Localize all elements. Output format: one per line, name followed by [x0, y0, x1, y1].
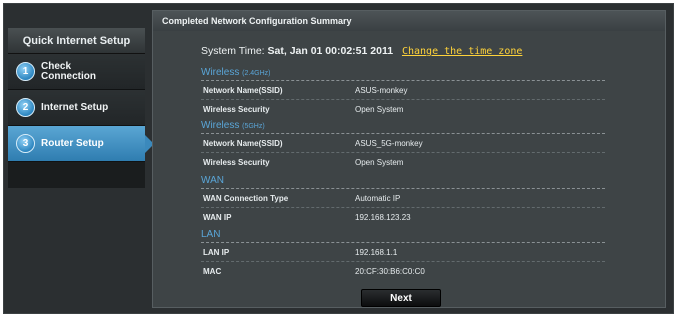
- summary-row: Network Name(SSID) ASUS_5G-monkey: [201, 134, 605, 153]
- section-title-sub: (2.4GHz): [242, 70, 271, 77]
- sidebar-step-check-connection[interactable]: 1 Check Connection: [8, 54, 145, 90]
- summary-row: Wireless Security Open System: [201, 153, 605, 172]
- summary-row: WAN Connection Type Automatic IP: [201, 189, 605, 208]
- panel-title: Completed Network Configuration Summary: [153, 11, 665, 31]
- section-title-text: WAN: [201, 175, 224, 186]
- row-key: LAN IP: [203, 247, 230, 257]
- row-key: Wireless Security: [203, 158, 270, 167]
- section-title-sub: (5GHz): [242, 123, 265, 130]
- section-title-text: LAN: [201, 229, 221, 240]
- row-value: 20:CF:30:B6:C0:C0: [355, 267, 425, 276]
- change-time-zone-link[interactable]: Change the time zone: [402, 46, 522, 57]
- row-value: Open System: [355, 158, 404, 167]
- section-title-text: Wireless: [201, 67, 240, 78]
- row-value: Open System: [355, 105, 404, 114]
- summary-row: LAN IP 192.168.1.1: [201, 243, 605, 262]
- step-label: Check Connection: [41, 61, 96, 82]
- row-key: Network Name(SSID): [203, 138, 283, 148]
- section-title: Wireless (2.4GHz): [201, 67, 605, 81]
- summary-row: WAN IP 192.168.123.23: [201, 208, 605, 227]
- system-time-value: Sat, Jan 01 00:02:51 2011: [267, 45, 394, 57]
- section-wan: WAN WAN Connection Type Automatic IP WAN…: [201, 175, 605, 227]
- row-value: 192.168.1.1: [355, 247, 398, 257]
- section-title: Wireless (5GHz): [201, 120, 605, 134]
- sidebar-title: Quick Internet Setup: [8, 28, 145, 54]
- row-value: ASUS-monkey: [355, 85, 408, 95]
- summary-row: Wireless Security Open System: [201, 100, 605, 119]
- section-lan: LAN LAN IP 192.168.1.1 MAC 20:CF:30:B6:C…: [201, 229, 605, 281]
- row-value: 192.168.123.23: [355, 213, 411, 222]
- section-title: WAN: [201, 175, 605, 189]
- sidebar-step-internet-setup[interactable]: 2 Internet Setup: [8, 90, 145, 126]
- row-key: MAC: [203, 267, 222, 276]
- step-label: Router Setup: [41, 137, 104, 149]
- system-time: System Time: Sat, Jan 01 00:02:51 2011 C…: [201, 45, 522, 57]
- step-label: Internet Setup: [41, 101, 109, 113]
- section-title-text: Wireless: [201, 120, 240, 131]
- section-wireless-2g: Wireless (2.4GHz) Network Name(SSID) ASU…: [201, 67, 605, 119]
- step-number-icon: 3: [16, 134, 35, 153]
- row-key: WAN IP: [203, 213, 232, 222]
- summary-panel: Completed Network Configuration Summary …: [152, 10, 666, 308]
- sidebar-step-router-setup[interactable]: 3 Router Setup: [8, 126, 154, 162]
- row-value: ASUS_5G-monkey: [355, 138, 423, 148]
- row-key: Wireless Security: [203, 105, 270, 114]
- section-wireless-5g: Wireless (5GHz) Network Name(SSID) ASUS_…: [201, 120, 605, 172]
- summary-row: MAC 20:CF:30:B6:C0:C0: [201, 262, 605, 281]
- row-key: WAN Connection Type: [203, 193, 289, 203]
- step-number-icon: 1: [16, 62, 35, 81]
- row-key: Network Name(SSID): [203, 85, 283, 95]
- quick-setup-sidebar: Quick Internet Setup 1 Check Connection …: [8, 28, 154, 188]
- next-button[interactable]: Next: [361, 289, 441, 307]
- step-number-icon: 2: [16, 98, 35, 117]
- summary-row: Network Name(SSID) ASUS-monkey: [201, 81, 605, 100]
- row-value: Automatic IP: [355, 193, 401, 203]
- section-title: LAN: [201, 229, 605, 243]
- step-label-line2: Connection: [41, 70, 96, 82]
- system-time-label: System Time:: [201, 45, 265, 57]
